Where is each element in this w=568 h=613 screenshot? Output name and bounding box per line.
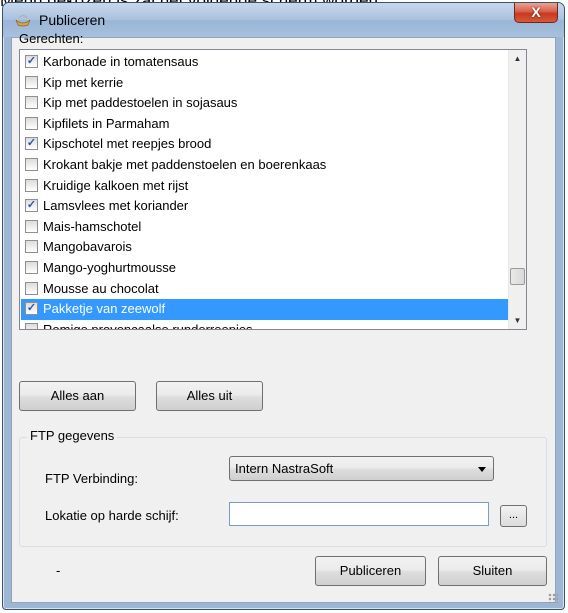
dish-label: Kipfilets in Parmaham — [43, 115, 170, 131]
unchecked-checkbox[interactable] — [25, 322, 38, 329]
dish-label: Pakketje van zeewolf — [43, 301, 166, 317]
scroll-up-arrow-icon[interactable]: ▲ — [509, 50, 526, 67]
dish-label: Karbonade in tomatensaus — [43, 54, 199, 69]
dish-list-item[interactable]: Mangobavarois — [21, 237, 508, 258]
unchecked-checkbox[interactable] — [25, 281, 38, 295]
close-button[interactable]: Sluiten — [438, 556, 547, 586]
dish-label: Mousse au chocolat — [43, 280, 159, 296]
dish-label: Kipschotel met reepjes brood — [43, 136, 212, 152]
unchecked-checkbox[interactable] — [25, 260, 38, 274]
disk-location-label: Lokatie op harde schijf: — [45, 508, 179, 523]
dish-label: Mango-yoghurtmousse — [43, 259, 176, 275]
checked-checkbox[interactable]: ✓ — [25, 55, 38, 68]
disk-location-field[interactable] — [229, 502, 489, 526]
browse-button[interactable]: ... — [500, 505, 527, 527]
ftp-connection-select[interactable]: Intern NastraSoft — [229, 456, 494, 481]
dish-label: Kip met kerrie — [43, 74, 124, 90]
chevron-down-icon — [478, 467, 486, 472]
dish-list-item[interactable]: ✓ Lamsvlees met koriander — [21, 196, 508, 217]
dish-list-item[interactable]: Kipfilets in Parmaham — [21, 114, 508, 135]
ftp-connection-label: FTP Verbinding: — [45, 471, 138, 486]
unchecked-checkbox[interactable] — [25, 240, 38, 254]
unchecked-checkbox[interactable] — [25, 75, 38, 89]
ftp-connection-value: Intern NastraSoft — [235, 461, 334, 476]
dish-label: Kruidige kalkoen met rijst — [43, 177, 189, 193]
unchecked-checkbox[interactable] — [25, 219, 38, 233]
dish-list-item[interactable]: Romige provençaalse runderreepjes — [21, 320, 508, 330]
dish-label: Romige provençaalse runderreepjes — [43, 321, 253, 330]
dish-label: Krokant bakje met paddenstoelen en boere… — [43, 156, 327, 172]
dish-label: Lamsvlees met koriander — [43, 198, 189, 214]
scroll-thumb[interactable] — [510, 268, 525, 285]
ftp-groupbox — [19, 437, 547, 547]
dish-label: Mais-hamschotel — [43, 218, 142, 234]
dish-list-item[interactable]: Mango-yoghurtmousse — [21, 258, 508, 279]
dish-label: Mangobavarois — [43, 239, 132, 255]
dish-list-item[interactable]: Kruidige kalkoen met rijst — [21, 176, 508, 197]
dish-list-item[interactable]: Mais-hamschotel — [21, 217, 508, 238]
scroll-down-arrow-icon[interactable]: ▼ — [509, 312, 526, 329]
dish-label: Kip met paddestoelen in sojasaus — [43, 95, 238, 111]
dishes-label: Gerechten: — [19, 31, 84, 46]
deselect-all-button[interactable]: Alles uit — [156, 381, 263, 411]
dishes-list-items: ✓ Karbonade in tomatensaus Kip met kerrie K… — [21, 52, 508, 330]
dish-list-item[interactable]: ✓ Pakketje van zeewolf — [21, 299, 508, 320]
dish-list-item[interactable]: ✓ Kipschotel met reepjes brood — [21, 134, 508, 155]
dish-list-item[interactable]: Krokant bakje met paddenstoelen en boere… — [21, 155, 508, 176]
publish-button[interactable]: Publiceren — [315, 556, 426, 586]
close-window-button[interactable]: X — [514, 3, 558, 23]
list-scrollbar[interactable]: ▲ ▼ — [508, 50, 526, 329]
unchecked-checkbox[interactable] — [25, 116, 38, 130]
dish-list-item[interactable]: Mousse au chocolat — [21, 279, 508, 300]
unchecked-checkbox[interactable] — [25, 157, 38, 171]
app-icon — [15, 14, 31, 27]
dish-list-item[interactable]: ✓ Karbonade in tomatensaus — [21, 52, 508, 73]
select-all-button[interactable]: Alles aan — [19, 381, 136, 411]
dishes-checklist[interactable]: ✓ Karbonade in tomatensaus Kip met kerrie K… — [19, 49, 527, 330]
resize-grip-icon[interactable] — [548, 593, 558, 603]
unchecked-checkbox[interactable] — [25, 178, 38, 192]
ftp-group-title: FTP gegevens — [27, 428, 118, 443]
window-title: Publiceren — [39, 12, 106, 28]
status-text: - — [56, 563, 61, 578]
checked-checkbox[interactable]: ✓ — [25, 302, 38, 316]
checked-checkbox[interactable]: ✓ — [25, 137, 38, 151]
dish-list-item[interactable]: Kip met paddestoelen in sojasaus — [21, 93, 508, 114]
titlebar[interactable]: Publiceren X — [3, 3, 564, 37]
checked-checkbox[interactable]: ✓ — [25, 199, 38, 213]
dish-list-item[interactable]: Kip met kerrie — [21, 73, 508, 94]
unchecked-checkbox[interactable] — [25, 96, 38, 110]
